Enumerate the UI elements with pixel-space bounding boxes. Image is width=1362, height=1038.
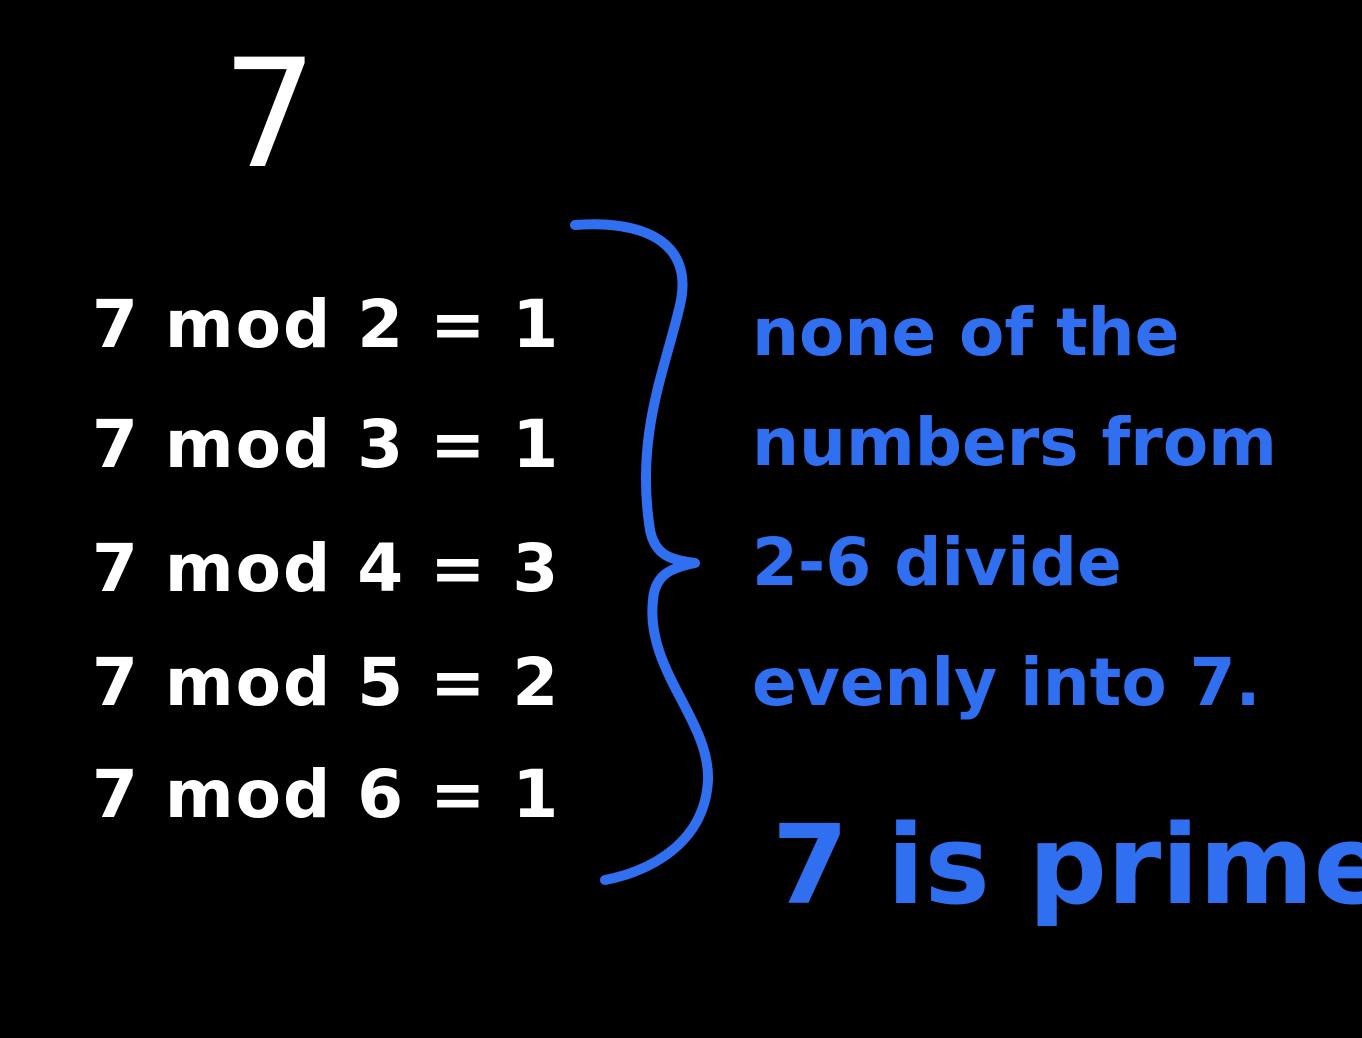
equation-mod-2: 7 mod 2 = 1 [92, 286, 561, 363]
equation-mod-6: 7 mod 6 = 1 [92, 756, 561, 833]
equation-mod-3: 7 mod 3 = 1 [92, 406, 561, 483]
note-line-1: none of the [752, 294, 1180, 371]
note-line-2: numbers from [752, 404, 1277, 481]
note-line-4: evenly into 7. [752, 644, 1261, 721]
equation-mod-4: 7 mod 4 = 3 [92, 530, 561, 607]
number-heading: 7 [222, 28, 318, 202]
note-line-3: 2-6 divide [752, 524, 1122, 601]
curly-brace-icon [570, 219, 714, 885]
equation-mod-5: 7 mod 5 = 2 [92, 644, 561, 721]
conclusion-text: 7 is prime [772, 801, 1362, 929]
